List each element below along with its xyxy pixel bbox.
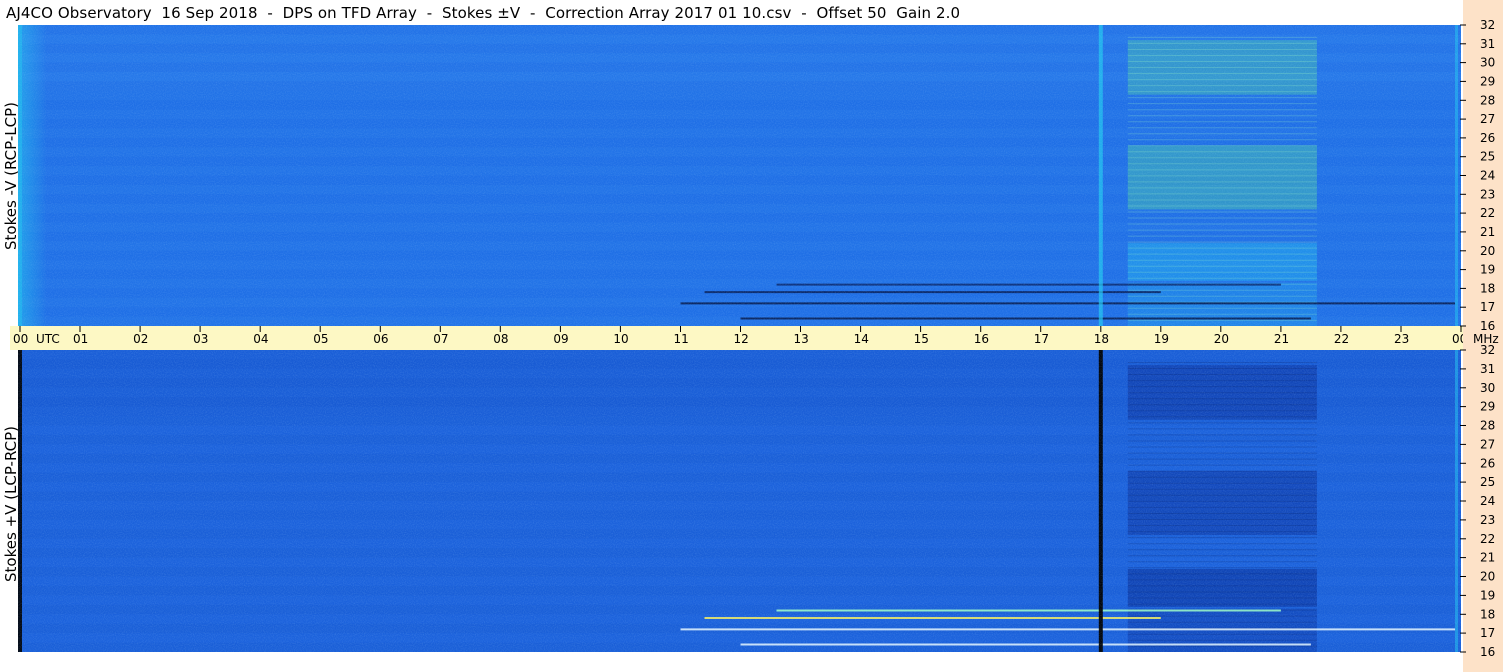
top-heatmap <box>18 25 1461 326</box>
time-tick-label: 12 <box>734 332 749 346</box>
time-tick-label: 22 <box>1334 332 1349 346</box>
freq-tick-label: 29 <box>1480 74 1495 88</box>
time-tick-label: 07 <box>433 332 448 346</box>
freq-tick-label: 20 <box>1480 570 1495 584</box>
time-tick-label: 17 <box>1034 332 1049 346</box>
time-unit-label: UTC <box>36 332 60 346</box>
time-tick-label: 15 <box>914 332 929 346</box>
freq-tick-label: 17 <box>1480 626 1495 640</box>
time-tick-label: 13 <box>794 332 809 346</box>
freq-tick-label: 25 <box>1480 150 1495 164</box>
freq-unit-label: MHz <box>1473 332 1499 346</box>
freq-tick-label: 25 <box>1480 475 1495 489</box>
freq-tick-label: 22 <box>1480 532 1495 546</box>
freq-tick-label: 20 <box>1480 244 1495 258</box>
time-tick-label: 20 <box>1214 332 1229 346</box>
spectrogram-chart: 01 02 03 04 05 06 07 08 09 10 11 12 13 14 15 16 17 18 19 20… <box>10 0 1503 672</box>
time-axis: 01 02 03 04 05 06 07 08 09 10 11 12 13 14 15 16 17 18 19 20… <box>10 326 1467 350</box>
freq-tick-label: 19 <box>1480 588 1495 602</box>
freq-tick-label: 21 <box>1480 551 1495 565</box>
freq-tick-label: 18 <box>1480 607 1495 621</box>
freq-tick-label: 28 <box>1480 93 1495 107</box>
time-tick-label: 02 <box>133 332 148 346</box>
time-label-first: 00 <box>13 332 28 346</box>
time-tick-label: 06 <box>373 332 388 346</box>
freq-tick-label: 31 <box>1480 362 1495 376</box>
freq-tick-label: 21 <box>1480 225 1495 239</box>
freq-tick-label: 31 <box>1480 37 1495 51</box>
time-tick-label: 16 <box>974 332 989 346</box>
freq-tick-label: 27 <box>1480 112 1495 126</box>
freq-tick-label: 27 <box>1480 437 1495 451</box>
freq-tick-label: 26 <box>1480 456 1495 470</box>
time-tick-label: 05 <box>313 332 328 346</box>
time-tick-label: 23 <box>1394 332 1409 346</box>
time-tick-label: 11 <box>674 332 689 346</box>
freq-tick-label: 30 <box>1480 381 1495 395</box>
top-heatmap-noise <box>18 25 1461 326</box>
freq-tick-label: 16 <box>1480 319 1495 333</box>
time-tick-label: 04 <box>253 332 268 346</box>
time-tick-label: 21 <box>1274 332 1289 346</box>
freq-tick-label: 19 <box>1480 263 1495 277</box>
time-tick-label: 03 <box>193 332 208 346</box>
freq-tick-label: 18 <box>1480 281 1495 295</box>
freq-tick-label: 23 <box>1480 513 1495 527</box>
bottom-heatmap <box>18 350 1461 652</box>
time-tick-label: 09 <box>553 332 568 346</box>
freq-tick-label: 23 <box>1480 187 1495 201</box>
freq-tick-label: 29 <box>1480 400 1495 414</box>
time-tick-label: 18 <box>1094 332 1109 346</box>
freq-tick-label: 30 <box>1480 56 1495 70</box>
freq-tick-label: 22 <box>1480 206 1495 220</box>
time-tick-label: 10 <box>613 332 628 346</box>
freq-tick-label: 24 <box>1480 169 1495 183</box>
freq-tick-label: 28 <box>1480 419 1495 433</box>
freq-tick-label: 17 <box>1480 300 1495 314</box>
time-tick-label: 01 <box>73 332 88 346</box>
time-tick-label: 19 <box>1154 332 1169 346</box>
bottom-heatmap-noise <box>18 350 1461 652</box>
freq-tick-label: 16 <box>1480 645 1495 659</box>
freq-tick-label: 26 <box>1480 131 1495 145</box>
freq-tick-label: 24 <box>1480 494 1495 508</box>
time-tick-label: 14 <box>854 332 869 346</box>
time-tick-label: 08 <box>493 332 508 346</box>
freq-tick-label: 32 <box>1480 18 1495 32</box>
